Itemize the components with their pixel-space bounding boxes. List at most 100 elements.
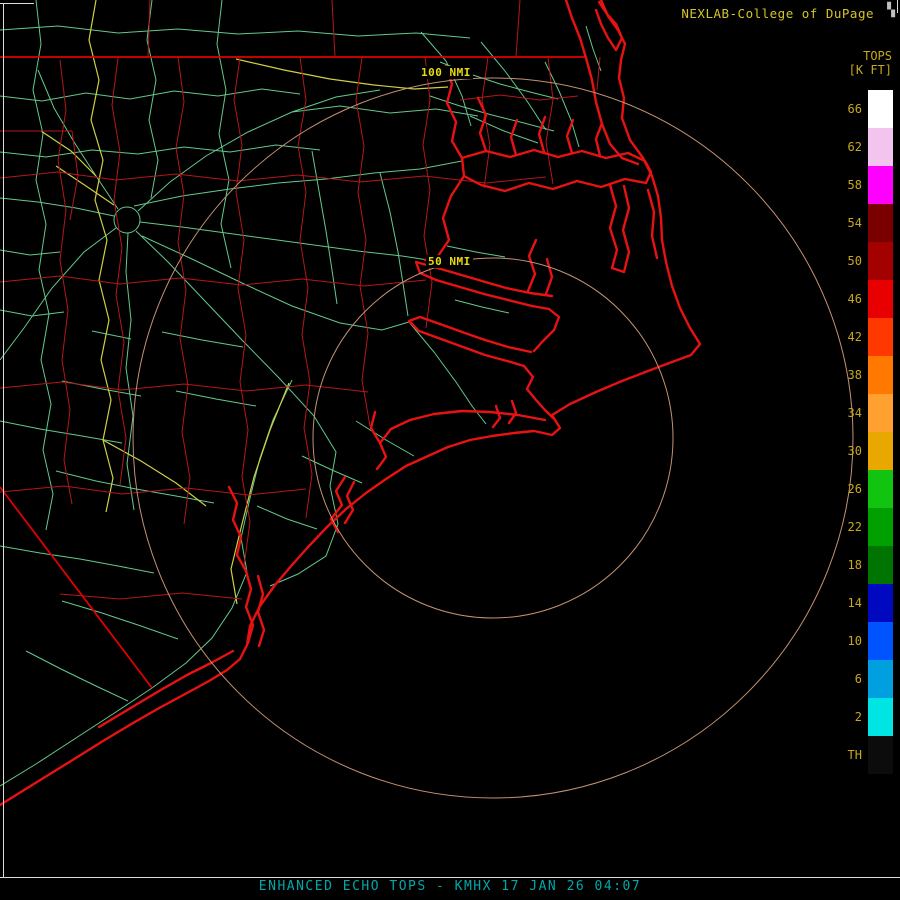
state-borders <box>0 57 585 688</box>
colorbar-row: 6 <box>834 660 893 698</box>
colorbar-swatch <box>868 280 893 318</box>
secondary-roads-path <box>162 332 243 347</box>
county-boundaries-path <box>516 0 520 57</box>
colorbar-row: 26 <box>834 470 893 508</box>
colorbar-row: 30 <box>834 432 893 470</box>
colorbar-tick-label: 50 <box>834 242 868 280</box>
coastline-path <box>371 412 380 443</box>
secondary-roads-path <box>0 89 300 101</box>
county-boundaries-path <box>0 486 306 495</box>
coastline-path <box>534 309 559 351</box>
coastline-path <box>258 576 264 646</box>
secondary-roads-path <box>0 310 64 316</box>
neuse-river <box>409 317 531 366</box>
colorbar-tick-label: 2 <box>834 698 868 736</box>
secondary-roads-path <box>217 0 231 268</box>
coastline-path <box>511 120 517 155</box>
coastline-path <box>493 406 500 427</box>
albemarle-sound <box>462 150 651 191</box>
colorbar-swatch <box>868 166 893 204</box>
secondary-roads-path <box>26 651 128 701</box>
coastline-path <box>425 176 464 260</box>
range-ring-label-50nmi: 50 NMI <box>426 255 473 268</box>
secondary-roads-path <box>455 300 509 313</box>
coastline <box>0 0 700 805</box>
colorbar-row: 58 <box>834 166 893 204</box>
county-boundaries-path <box>234 57 250 566</box>
coastline-path <box>596 123 602 156</box>
coastline-path <box>546 259 552 294</box>
back-bay <box>596 2 622 50</box>
secondary-roads-path <box>126 233 134 510</box>
colorbar-swatch <box>868 242 893 280</box>
bogue-sound-shore <box>391 411 545 429</box>
range-rings <box>133 78 853 798</box>
colorbar-swatch <box>868 90 893 128</box>
colorbar-row: 10 <box>834 622 893 660</box>
county-boundaries-path <box>298 57 312 518</box>
colorbar-tick-label: 42 <box>834 318 868 356</box>
colorbar-row: 14 <box>834 584 893 622</box>
colorbar-row: 34 <box>834 394 893 432</box>
southern-sound-shore <box>99 651 233 727</box>
secondary-roads-path <box>0 228 116 360</box>
frame-border-bottom <box>0 877 900 878</box>
range-ring-label-100nmi: 100 NMI <box>419 66 473 79</box>
colorbar-swatch <box>868 432 893 470</box>
secondary-roads-path <box>0 546 154 573</box>
colorbar-swatch <box>868 204 893 242</box>
colorbar-tick-label: 22 <box>834 508 868 546</box>
colorbar-tick-label: 30 <box>834 432 868 470</box>
colorbar-row: 22 <box>834 508 893 546</box>
colorbar-tick-label: 14 <box>834 584 868 622</box>
secondary-roads-path <box>0 421 122 443</box>
outer-banks-and-south-coast <box>0 0 700 805</box>
beltline-loop <box>114 207 140 233</box>
secondary-roads-path <box>0 26 470 38</box>
colorbar-tick-label: 26 <box>834 470 868 508</box>
colorbar-tick-label: 58 <box>834 166 868 204</box>
roanoke-sound <box>648 190 657 258</box>
colorbar-swatch <box>868 584 893 622</box>
colorbar-row: 66 <box>834 90 893 128</box>
colorbar-swatch <box>868 356 893 394</box>
county-boundaries-path <box>332 0 335 57</box>
primary-highways-path <box>103 440 206 506</box>
colorbar-tick-label: 38 <box>834 356 868 394</box>
colorbar-swatch <box>868 394 893 432</box>
colorbar-swatch <box>868 508 893 546</box>
white-oak-river <box>377 429 391 469</box>
primary-highways-path <box>89 0 113 512</box>
colorbar-row: 2 <box>834 698 893 736</box>
colorbar-tick-label: 6 <box>834 660 868 698</box>
colorbar-row: 62 <box>834 128 893 166</box>
county-boundaries-path <box>423 57 432 328</box>
secondary-roads-path <box>0 145 320 157</box>
colorbar-units: [K FT] <box>849 63 892 77</box>
colorbar-swatch <box>868 318 893 356</box>
colorbar-tick-label: 62 <box>834 128 868 166</box>
county-boundaries-path <box>60 593 242 599</box>
station-logo-icon: ▚ <box>887 3 895 18</box>
colorbar: 66625854504642383430262218141062TH <box>834 90 893 774</box>
colorbar-tick-label: 34 <box>834 394 868 432</box>
coastline-path <box>567 120 573 153</box>
secondary-roads-path <box>0 250 60 255</box>
county-boundaries-path <box>0 382 368 392</box>
secondary-roads-path <box>92 331 131 339</box>
secondary-roads-path <box>481 42 546 130</box>
colorbar-swatch <box>868 128 893 166</box>
nc-sc-border <box>0 487 152 688</box>
colorbar-swatch <box>868 546 893 584</box>
colorbar-tick-label: 46 <box>834 280 868 318</box>
range-ring-100nmi <box>133 78 853 798</box>
colorbar-swatch <box>868 736 893 774</box>
colorbar-row: 50 <box>834 242 893 280</box>
colorbar-tick-label: 10 <box>834 622 868 660</box>
secondary-roads-path <box>33 0 53 530</box>
primary-highways <box>41 0 448 604</box>
colorbar-row: TH <box>834 736 893 774</box>
frame-border-left <box>3 3 4 877</box>
frame-border-topright <box>897 0 898 13</box>
coastline-path <box>524 366 553 418</box>
